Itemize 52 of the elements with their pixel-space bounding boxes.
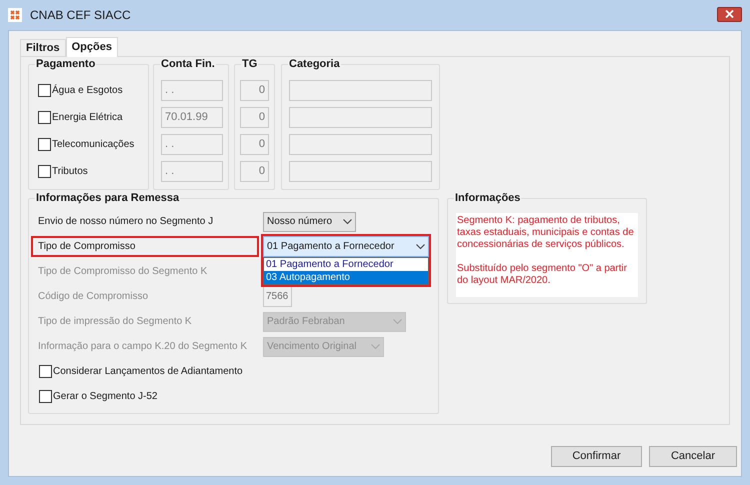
input-field[interactable]: . . (161, 134, 223, 155)
tab[interactable]: Opções (66, 37, 118, 57)
input-field[interactable] (289, 107, 432, 128)
checkbox[interactable] (38, 111, 51, 124)
chevron-down-icon (393, 318, 402, 324)
input-field[interactable]: . . (161, 80, 223, 101)
input-field[interactable] (289, 161, 432, 182)
info-text: Segmento K: pagamento de tributos, taxas estaduais, municipais e contas de concessionárias de serviços públicos. (457, 215, 635, 251)
field-label: Tipo de impressão do Segmento K (38, 315, 193, 329)
input-field[interactable]: . . (161, 161, 223, 182)
input-field[interactable]: 70.01.99 (161, 107, 223, 128)
checkbox-label: Gerar o Segmento J-52 (53, 390, 158, 404)
field-label: Código de Compromisso (38, 290, 150, 304)
close-icon (725, 10, 734, 18)
chevron-down-icon (416, 244, 425, 250)
window-title: CNAB CEF SIACC (30, 7, 131, 24)
group-title: Categoria (288, 57, 341, 71)
checkbox-label: Telecomunicações (52, 138, 134, 152)
checkbox-label: Energia Elétrica (52, 111, 123, 125)
input-field[interactable]: 0 (240, 134, 269, 155)
info-text: Substituído pelo segmento "O" a partir do layout MAR/2020. (457, 263, 628, 287)
group-title: Informações (454, 191, 522, 205)
input-field[interactable] (289, 80, 432, 101)
confirm-button[interactable]: Confirmar (551, 446, 642, 467)
app-icon (8, 8, 22, 22)
checkbox-label: Água e Esgotos (52, 83, 123, 98)
checkbox[interactable] (38, 138, 51, 151)
cancel-button[interactable]: Cancelar (649, 446, 737, 467)
dropdown-option[interactable]: 01 Pagamento a Fornecedor (264, 258, 428, 271)
field-label: Informação para o campo K.20 do Segmento K (38, 340, 248, 354)
dropdown[interactable]: Nosso número (263, 212, 356, 232)
group-title: Informações para Remessa (35, 191, 180, 205)
checkbox-label: Tributos (52, 165, 88, 179)
checkbox[interactable] (38, 84, 51, 97)
input-field[interactable]: 0 (240, 80, 269, 101)
tab[interactable]: Filtros (20, 39, 66, 56)
field-label: Tipo de Compromisso (31, 236, 259, 257)
field-label: Envio de nosso número no Segmento J (38, 215, 214, 229)
field-label: Tipo de Compromisso do Segmento K (38, 265, 208, 279)
group-title: Pagamento (35, 57, 96, 71)
checkbox[interactable] (39, 365, 52, 378)
chevron-down-icon (343, 218, 352, 224)
dropdown-option[interactable]: 03 Autopagamento (264, 271, 428, 284)
input-field[interactable]: 0 (240, 107, 269, 128)
chevron-down-icon (371, 344, 380, 350)
checkbox[interactable] (39, 390, 52, 403)
checkbox[interactable] (38, 165, 51, 178)
dropdown[interactable]: 01 Pagamento a Fornecedor (263, 236, 429, 257)
input-field[interactable] (289, 134, 432, 155)
checkbox-label: Considerar Lançamentos de Adiantamento (53, 365, 243, 379)
close-button[interactable] (717, 6, 742, 22)
input-field[interactable]: 0 (240, 161, 269, 182)
